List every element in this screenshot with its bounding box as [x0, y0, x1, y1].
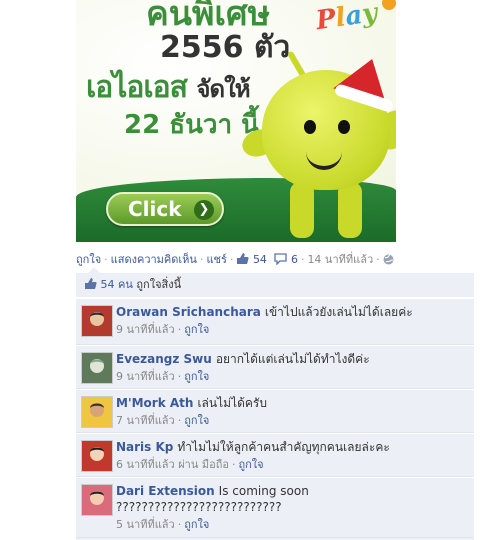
comment-text: เข้าไปแล้วยังเล่นไม่ได้เลยค่ะ: [264, 305, 413, 319]
comment-like-link[interactable]: ถูกใจ: [184, 518, 209, 531]
post-action-bar: ถูกใจ · แสดงความคิดเห็น · แชร์ · 54 6 · 14 นาที…: [76, 251, 486, 269]
mascot-left-eye: [304, 120, 316, 134]
comment-meta: 5 นาทีที่แล้ว · ถูกใจ: [116, 517, 468, 533]
comment-item: Naris Kp ทำไมไม่ให้ลูกค้าคนสำคัญทุกคนเลยล…: [76, 433, 474, 477]
comment-body: Dari Extension Is coming soon ???????????…: [116, 483, 468, 515]
comment-timestamp[interactable]: 7 นาทีที่แล้ว: [116, 414, 175, 427]
comment-like-link[interactable]: ถูกใจ: [184, 370, 209, 383]
separator-dot: ·: [300, 253, 305, 266]
comment-bubble-icon: [274, 253, 288, 271]
share-link[interactable]: แชร์: [206, 253, 226, 266]
separator-dot: ·: [177, 323, 182, 336]
separator-dot: ·: [177, 370, 182, 383]
comment-item: Orawan Srichanchara เข้าไปแล้วยังเล่นไม่ไ…: [76, 298, 474, 345]
comment-item: Evezangz Swu อยากได้แต่เล่นไม่ได้ทำไงดีค่…: [76, 345, 474, 389]
ad-banner-image[interactable]: คนพิเศษ 2556 ตัว เอไอเอส จัดให้ 22 ธันวา…: [76, 0, 396, 242]
comments-panel: 54 คน ถูกใจสิ่งนี้ Orawan Srichanchara เข…: [76, 267, 474, 540]
ad-date-text: 22 ธันวา นี้: [124, 110, 259, 140]
separator-dot: ·: [231, 458, 236, 471]
comment-text: ทำไมไม่ให้ลูกค้าคนสำคัญทุกคนเลยล่ะคะ: [177, 440, 390, 454]
separator-dot: ·: [199, 253, 204, 266]
mascot-mouth: [306, 148, 342, 170]
ad-click-button[interactable]: Click ❯: [106, 192, 224, 226]
comment-list: Orawan Srichanchara เข้าไปแล้วยังเล่นไม่ไ…: [76, 298, 474, 538]
comment-timestamp[interactable]: 5 นาทีที่แล้ว: [116, 518, 175, 531]
separator-dot: ·: [376, 253, 380, 266]
ad-headline-3-suffix: จัดให้: [196, 75, 250, 103]
comment-meta: 9 นาทีที่แล้ว · ถูกใจ: [116, 322, 468, 338]
comment-item: M'Mork Ath เล่นไม่ได้ครับ 7 นาทีที่แล้ว · ถ…: [76, 389, 474, 433]
thumbs-up-icon: [236, 252, 249, 271]
comment-like-link[interactable]: ถูกใจ: [238, 458, 263, 471]
comment-like-link[interactable]: ถูกใจ: [184, 414, 209, 427]
panel-caret: [88, 267, 100, 273]
ad-brand-text: เอไอเอส: [86, 70, 188, 105]
comment-timestamp[interactable]: 9 นาทีที่แล้ว: [116, 323, 175, 336]
comment-author[interactable]: Naris Kp: [116, 440, 173, 454]
avatar[interactable]: [81, 352, 113, 384]
likes-count-link[interactable]: 54 คน: [101, 278, 133, 291]
avatar[interactable]: [81, 396, 113, 428]
mascot-right-eye: [338, 120, 350, 134]
comment-timestamp[interactable]: 9 นาทีที่แล้ว: [116, 370, 175, 383]
avatar[interactable]: [81, 440, 113, 472]
comment-author[interactable]: M'Mork Ath: [116, 396, 193, 410]
separator-dot: ·: [177, 518, 182, 531]
mascot-right-leg: [338, 182, 362, 238]
like-count[interactable]: 54: [253, 253, 267, 266]
comment-meta: 7 นาทีที่แล้ว · ถูกใจ: [116, 413, 468, 429]
chevron-right-icon: ❯: [194, 200, 214, 220]
comment-author[interactable]: Orawan Srichanchara: [116, 305, 261, 319]
avatar[interactable]: [81, 484, 113, 516]
post-timestamp[interactable]: 14 นาทีที่แล้ว: [307, 253, 373, 266]
thumbs-up-icon: [84, 275, 97, 299]
mascot-left-leg: [290, 182, 314, 238]
ad-click-label: Click: [128, 197, 182, 221]
comment-body: M'Mork Ath เล่นไม่ได้ครับ: [116, 395, 468, 411]
globe-icon: [383, 253, 394, 271]
comment-author[interactable]: Dari Extension: [116, 484, 215, 498]
comment-meta: 6 นาทีที่แล้ว ผ่าน มือถือ · ถูกใจ: [116, 457, 468, 473]
comment-link[interactable]: แสดงความคิดเห็น: [111, 253, 197, 266]
likes-summary-text: ถูกใจสิ่งนี้: [136, 278, 182, 291]
comment-body: Naris Kp ทำไมไม่ให้ลูกค้าคนสำคัญทุกคนเลยล…: [116, 439, 468, 455]
comment-like-link[interactable]: ถูกใจ: [184, 323, 209, 336]
likes-summary-row: 54 คน ถูกใจสิ่งนี้: [76, 267, 474, 299]
comment-body: Orawan Srichanchara เข้าไปแล้วยังเล่นไม่ไ…: [116, 304, 468, 320]
separator-dot: ·: [177, 414, 182, 427]
comment-text: อยากได้แต่เล่นไม่ได้ทำไงดีค่ะ: [215, 352, 370, 366]
separator-dot: ·: [104, 253, 108, 266]
comment-count[interactable]: 6: [291, 253, 298, 266]
comment-timestamp[interactable]: 6 นาทีที่แล้ว: [116, 458, 175, 471]
comment-text: เล่นไม่ได้ครับ: [197, 396, 267, 410]
comment-item: Dari Extension Is coming soon ???????????…: [76, 477, 474, 538]
comment-author[interactable]: Evezangz Swu: [116, 352, 212, 366]
comment-via: ผ่าน มือถือ: [174, 458, 229, 471]
comment-body: Evezangz Swu อยากได้แต่เล่นไม่ได้ทำไงดีค่…: [116, 351, 468, 367]
like-link[interactable]: ถูกใจ: [76, 253, 101, 266]
separator-dot: ·: [229, 253, 234, 266]
avatar[interactable]: [81, 305, 113, 337]
comment-meta: 9 นาทีที่แล้ว · ถูกใจ: [116, 369, 468, 385]
